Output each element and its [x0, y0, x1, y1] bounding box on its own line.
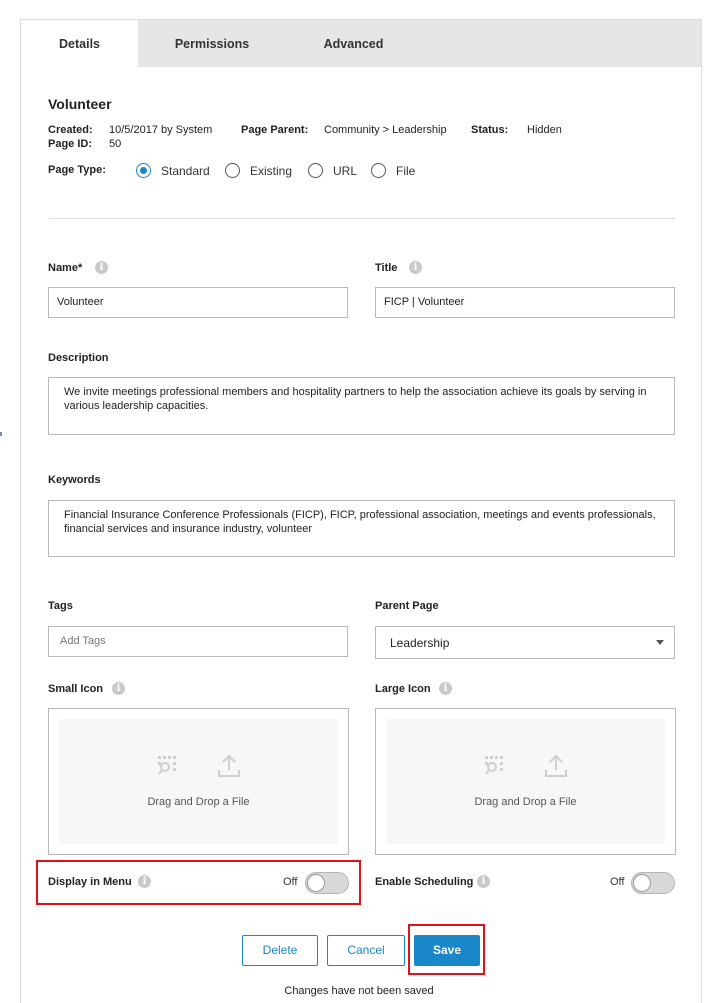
small-icon-drop-area [59, 719, 338, 844]
page-editor-panel: Details Permissions Advanced Volunteer C… [20, 19, 702, 1003]
page-id-value: 50 [109, 138, 122, 150]
parent-page-value: Leadership [390, 636, 450, 650]
large-icon-info-icon[interactable]: i [439, 682, 452, 695]
small-icon-drop-text: Drag and Drop a File [147, 796, 250, 808]
keywords-textarea[interactable]: Financial Insurance Conference Professio… [48, 500, 675, 557]
small-icon-label: Small Icon [48, 683, 104, 695]
enable-scheduling-toggle[interactable] [631, 872, 675, 894]
page-type-existing-radio[interactable] [225, 163, 240, 178]
small-icon-dropzone[interactable]: Drag and Drop a File [48, 708, 349, 855]
parent-page-label: Parent Page [375, 600, 439, 612]
small-icon-info-icon[interactable]: i [112, 682, 125, 695]
page-type-url-radio[interactable] [308, 163, 323, 178]
page-type-standard-label: Standard [161, 164, 210, 178]
image-search-icon [485, 756, 503, 775]
description-label: Description [48, 352, 109, 364]
upload-icon [218, 754, 240, 777]
display-in-menu-highlight [36, 860, 361, 905]
enable-scheduling-state: Off [610, 876, 625, 888]
enable-scheduling-info-icon[interactable]: i [477, 875, 490, 888]
page-id-label: Page ID: [48, 138, 93, 150]
tags-label: Tags [48, 600, 73, 612]
title-info-icon[interactable]: i [409, 261, 422, 274]
keywords-label: Keywords [48, 474, 101, 486]
title-label: Title [375, 262, 398, 274]
description-textarea[interactable]: We invite meetings professional members … [48, 377, 675, 435]
tags-input[interactable]: Add Tags [48, 626, 348, 657]
status-value: Hidden [527, 124, 562, 136]
enable-scheduling-label: Enable Scheduling [375, 876, 474, 888]
created-value: 10/5/2017 by System [109, 124, 213, 136]
toggle-knob [633, 874, 651, 892]
name-input[interactable]: Volunteer [48, 287, 348, 318]
image-search-icon [158, 756, 176, 775]
page-type-url-label: URL [333, 164, 358, 178]
tab-details[interactable]: Details [21, 20, 138, 67]
large-icon-dropzone[interactable]: Drag and Drop a File [375, 708, 676, 855]
select-arrow-icon [656, 640, 664, 645]
section-divider [49, 218, 675, 219]
cancel-button[interactable]: Cancel [327, 935, 405, 966]
status-label: Status: [471, 124, 509, 136]
large-icon-drop-text: Drag and Drop a File [474, 796, 577, 808]
page-type-standard-radio[interactable] [136, 163, 151, 178]
page-type-label: Page Type: [48, 164, 106, 176]
tab-bar: Details Permissions Advanced [21, 20, 701, 67]
save-button[interactable]: Save [414, 935, 480, 966]
page-title: Volunteer [48, 96, 112, 112]
page-type-file-label: File [396, 164, 416, 178]
tab-advanced[interactable]: Advanced [286, 20, 421, 67]
name-label: Name* [48, 262, 83, 274]
title-input[interactable]: FICP | Volunteer [375, 287, 675, 318]
unsaved-changes-message: Changes have not been saved [284, 985, 434, 997]
large-icon-drop-area [386, 719, 665, 844]
tab-permissions[interactable]: Permissions [138, 20, 286, 67]
name-info-icon[interactable]: i [95, 261, 108, 274]
edge-marker [0, 432, 2, 436]
page-parent-value: Community > Leadership [324, 124, 447, 136]
parent-page-select[interactable]: Leadership [375, 626, 675, 659]
page-type-existing-label: Existing [250, 164, 293, 178]
large-icon-label: Large Icon [375, 683, 431, 695]
page-type-file-radio[interactable] [371, 163, 386, 178]
upload-icon [545, 754, 567, 777]
created-label: Created: [48, 124, 93, 136]
page-parent-label: Page Parent: [241, 124, 309, 136]
delete-button[interactable]: Delete [242, 935, 318, 966]
